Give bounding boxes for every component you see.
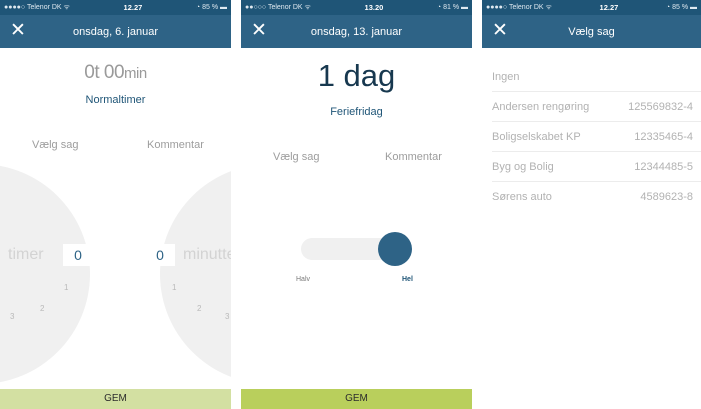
choose-case-link[interactable]: Vælg sag [32, 139, 78, 151]
hours-value: 0t [84, 62, 100, 83]
days-display: 1 dag [317, 58, 396, 93]
close-icon[interactable]: ✕ [492, 20, 508, 42]
nav-bar: ✕ Vælg sag [482, 15, 701, 48]
toggle-label-half[interactable]: Halv [296, 276, 310, 283]
status-bar: ●●●●○ Telenor DK ᯤ 12.27 ◔ 85 % ▬ [482, 0, 701, 15]
carrier-signal: ●●●●○ Telenor DK ᯤ [4, 4, 70, 11]
minutes-dial[interactable] [160, 164, 231, 384]
battery-status: ◔ 85 % ▬ [665, 4, 697, 11]
hours-tick: 1 [64, 283, 69, 292]
nav-title: Vælg sag [568, 25, 615, 38]
case-number: 4589623-8 [640, 191, 693, 203]
time-display: 0t 00min [0, 62, 231, 84]
hours-dial[interactable] [0, 164, 90, 384]
minutes-unit: min [124, 65, 147, 82]
case-name: Andersen rengøring [492, 100, 590, 113]
case-number: 12344485-5 [634, 160, 693, 173]
toggle-label-full[interactable]: Hel [402, 276, 413, 283]
case-name: Sørens auto [492, 191, 552, 203]
status-time: 13.20 [364, 3, 384, 12]
status-time: 12.27 [123, 3, 143, 12]
case-list: Ingen Andersen rengøring 125569832-4 Bol… [482, 62, 701, 212]
battery-status: ◔ 81 % ▬ [436, 4, 468, 11]
nav-bar: ✕ onsdag, 13. januar [241, 15, 472, 48]
case-number: 125569832-4 [628, 100, 693, 113]
close-icon[interactable]: ✕ [251, 20, 267, 42]
nav-title: onsdag, 13. januar [310, 25, 403, 38]
status-bar: ●●○○○ Telenor DK ᯤ 13.20 ◔ 81 % ▬ [241, 0, 472, 15]
minutes-tick: 1 [172, 283, 177, 292]
minutes-value: 00 [103, 62, 125, 83]
status-time: 12.27 [599, 3, 619, 12]
comment-link[interactable]: Kommentar [147, 139, 204, 151]
case-row[interactable]: Byg og Bolig 12344485-5 [492, 152, 701, 182]
comment-link[interactable]: Kommentar [385, 151, 442, 163]
minutes-dial-label: minutter [183, 246, 231, 263]
case-name: Boligselskabet KP [492, 130, 581, 143]
save-button[interactable]: GEM [0, 389, 231, 409]
nav-title: onsdag, 6. januar [72, 25, 158, 38]
case-row[interactable]: Andersen rengøring 125569832-4 [492, 92, 701, 122]
battery-status: ◔ 85 % ▬ [195, 4, 227, 11]
carrier-signal: ●●○○○ Telenor DK ᯤ [245, 4, 311, 11]
screen-holiday: ●●○○○ Telenor DK ᯤ 13.20 ◔ 81 % ▬ ✕ onsd… [241, 0, 472, 409]
case-row[interactable]: Ingen [492, 62, 701, 92]
toggle-knob[interactable] [378, 232, 412, 266]
time-type-label[interactable]: Normaltimer [0, 94, 231, 106]
case-name: Ingen [492, 70, 520, 83]
hours-tick: 2 [40, 304, 45, 313]
choose-case-link[interactable]: Vælg sag [273, 151, 319, 163]
screen-normal-hours: ●●●●○ Telenor DK ᯤ 12.27 ◔ 85 % ▬ ✕ onsd… [0, 0, 231, 409]
case-row[interactable]: Boligselskabet KP 12335465-4 [492, 122, 701, 152]
status-bar: ●●●●○ Telenor DK ᯤ 12.27 ◔ 85 % ▬ [0, 0, 231, 15]
screen-choose-case: ●●●●○ Telenor DK ᯤ 12.27 ◔ 85 % ▬ ✕ Vælg… [482, 0, 701, 409]
case-name: Byg og Bolig [492, 160, 554, 173]
hours-input[interactable]: 0 [63, 244, 93, 266]
close-icon[interactable]: ✕ [10, 20, 26, 42]
minutes-tick: 2 [197, 304, 202, 313]
hours-tick: 3 [10, 312, 15, 321]
minutes-input[interactable]: 0 [145, 244, 175, 266]
carrier-signal: ●●●●○ Telenor DK ᯤ [486, 4, 552, 11]
hours-dial-label: timer [8, 246, 44, 263]
case-number: 12335465-4 [634, 130, 693, 143]
case-row[interactable]: Sørens auto 4589623-8 [492, 182, 701, 212]
time-type-label[interactable]: Feriefridag [241, 106, 472, 118]
save-button[interactable]: GEM [241, 389, 472, 409]
minutes-tick: 3 [225, 312, 230, 321]
nav-bar: ✕ onsdag, 6. januar [0, 15, 231, 48]
